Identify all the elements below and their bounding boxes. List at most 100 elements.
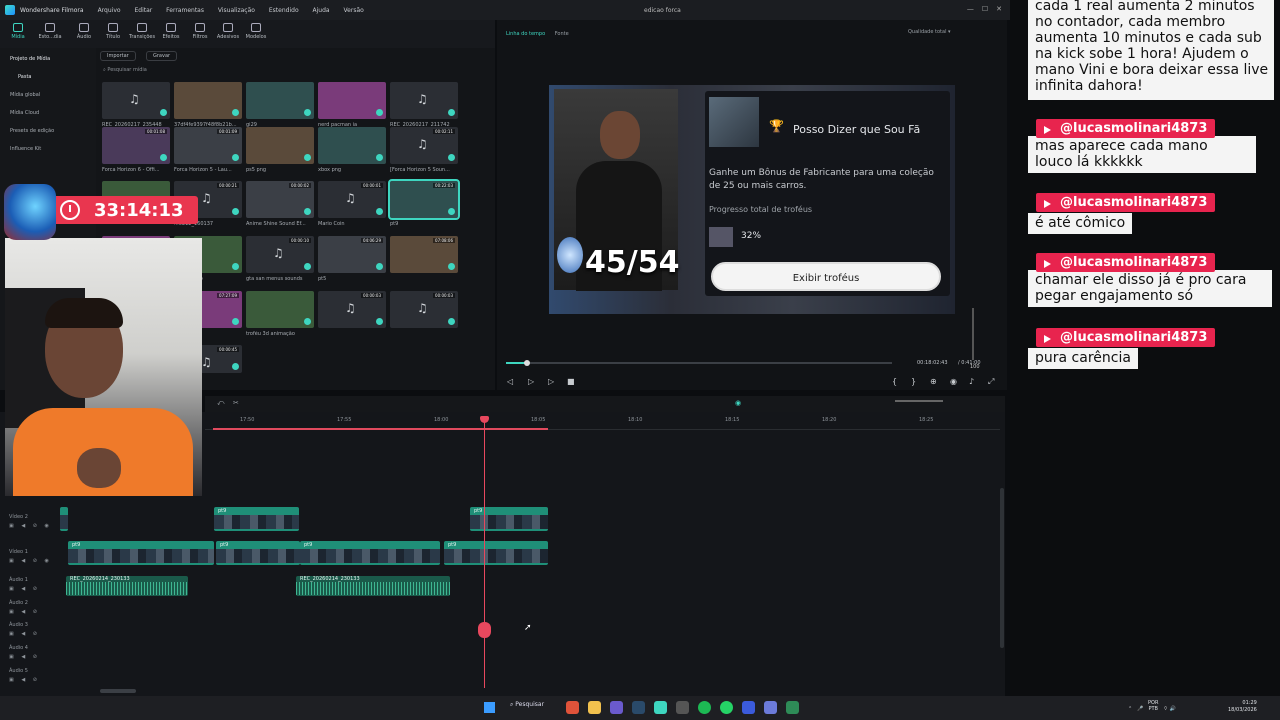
sidebar-item-influence-kit[interactable]: Influence Kit <box>10 146 41 152</box>
media-tile[interactable]: 00:01:09 <box>174 127 242 164</box>
tab-audio[interactable]: Áudio <box>71 23 97 40</box>
volume-slider[interactable] <box>972 308 974 360</box>
menu-versao[interactable]: Versão <box>344 7 364 14</box>
spotify-icon[interactable] <box>698 701 711 714</box>
sidebar-item-midia-global[interactable]: Mídia global <box>10 92 40 98</box>
sidebar-item-presets[interactable]: Presets de edição <box>10 128 54 134</box>
taskbar-search[interactable]: ⌕ Pesquisar <box>510 701 544 709</box>
video2-clip[interactable]: pt9 <box>214 507 299 531</box>
playhead-handle[interactable] <box>478 622 491 638</box>
quality-select[interactable]: Qualidade total ▾ <box>908 29 951 35</box>
media-tile[interactable]: ♫ 00:00:03 <box>390 291 458 328</box>
steam-icon[interactable] <box>632 701 645 714</box>
media-tile[interactable] <box>246 82 314 119</box>
zoom-slider[interactable] <box>895 400 943 402</box>
app-icon[interactable] <box>676 701 689 714</box>
media-tile[interactable]: ♫ 00:02:11 <box>390 127 458 164</box>
menu-visualizacao[interactable]: Visualização <box>218 7 255 14</box>
taskbar-clock[interactable]: 01:29 18/03/2026 <box>1228 700 1257 714</box>
import-button[interactable]: Importar <box>100 51 136 61</box>
track-controls-audio1[interactable]: ▣ ◀ ⊘ <box>9 586 40 592</box>
audio-icon[interactable]: ♪ <box>969 377 974 386</box>
video1-clip[interactable]: pt9 <box>216 541 300 565</box>
audio1-clip[interactable]: REC_20260214_230133 <box>66 576 188 596</box>
track-controls-video1[interactable]: ▣ ◀ ⊘ ◉ <box>9 558 52 564</box>
menu-ferramentas[interactable]: Ferramentas <box>166 7 204 14</box>
media-tile[interactable]: ♫ <box>102 82 170 119</box>
media-tile[interactable]: ♫ 00:00:03 <box>318 291 386 328</box>
video2-clip[interactable]: pt9 <box>470 507 548 531</box>
maximize-icon[interactable]: ☐ <box>982 5 988 13</box>
media-tile[interactable] <box>318 127 386 164</box>
windows-start-icon[interactable] <box>484 702 495 713</box>
snapshot-icon[interactable]: ◉ <box>950 377 957 386</box>
menu-estendido[interactable]: Estendido <box>269 7 299 14</box>
menu-ajuda[interactable]: Ajuda <box>313 7 330 14</box>
step-play-icon[interactable]: ▷ <box>528 377 534 386</box>
media-tile[interactable] <box>318 82 386 119</box>
track-controls-audio5[interactable]: ▣ ◀ ⊘ <box>9 677 40 683</box>
view-trophies-button[interactable]: Exibir troféus <box>711 262 941 291</box>
media-tile[interactable]: 00:22:03 <box>388 179 460 220</box>
mark-in-icon[interactable]: { <box>892 377 897 386</box>
app-icon[interactable] <box>610 701 623 714</box>
tab-linha-do-tempo[interactable]: Linha do tempo <box>506 31 545 37</box>
media-tile[interactable]: 00:00:02 <box>246 181 314 218</box>
system-tray[interactable]: ⌃ 🎤 POR PTB ⌔ 🔊 <box>1128 700 1176 712</box>
tab-efeitos[interactable]: Efeitos <box>158 23 184 40</box>
filmora-taskbar-icon[interactable] <box>654 701 667 714</box>
play-icon[interactable]: ▷ <box>548 377 554 386</box>
preview-scrubber[interactable] <box>506 360 892 366</box>
tab-modelos[interactable]: Modelos <box>243 23 269 40</box>
media-tile[interactable]: ♫ 00:00:10 <box>246 236 314 273</box>
sidebar-item-pasta[interactable]: Pasta <box>18 74 31 80</box>
sidebar-item-midia-cloud[interactable]: Mídia Cloud <box>10 110 39 116</box>
zoom-icon[interactable]: ⊕ <box>930 377 937 386</box>
media-tile[interactable] <box>246 127 314 164</box>
scrubber-handle[interactable] <box>524 360 530 366</box>
mic-icon[interactable]: 🎤 <box>1137 706 1143 712</box>
whatsapp-icon[interactable] <box>720 701 733 714</box>
tab-titulo[interactable]: Título <box>100 23 126 40</box>
minimize-icon[interactable]: — <box>967 5 974 13</box>
record-button[interactable]: Gravar <box>146 51 178 61</box>
video1-clip[interactable]: pt9 <box>68 541 214 565</box>
timeline-vertical-scrollbar[interactable] <box>1000 488 1004 648</box>
fullscreen-icon[interactable]: ⤢ <box>988 377 994 387</box>
track-controls-audio2[interactable]: ▣ ◀ ⊘ <box>9 609 40 615</box>
ai-tools-icon[interactable]: ◉ <box>735 399 741 407</box>
split-icon[interactable]: ✂ <box>233 399 239 407</box>
track-controls-audio3[interactable]: ▣ ◀ ⊘ <box>9 631 40 637</box>
menu-editar[interactable]: Editar <box>134 7 152 14</box>
media-tile[interactable]: 04:06:29 <box>318 236 386 273</box>
media-tile[interactable]: ♫ <box>390 82 458 119</box>
app-icon[interactable] <box>764 701 777 714</box>
tab-transicoes[interactable]: Transições <box>129 23 155 40</box>
app-icon[interactable] <box>786 701 799 714</box>
tab-estoque[interactable]: Esto...dia <box>37 23 63 40</box>
undo-icon[interactable]: ⤺ <box>217 399 224 408</box>
stop-icon[interactable]: ■ <box>567 377 575 386</box>
tab-fonte[interactable]: Fonte <box>555 31 569 37</box>
volume-icon[interactable]: 🔊 <box>1170 706 1176 712</box>
track-controls-video2[interactable]: ▣ ◀ ⊘ ◉ <box>9 523 52 529</box>
media-tile[interactable] <box>174 82 242 119</box>
media-tile[interactable]: ♫ 00:00:01 <box>318 181 386 218</box>
audio1-clip[interactable]: REC_20260214_230133 <box>296 576 450 596</box>
prev-frame-icon[interactable]: ◁ <box>507 377 513 386</box>
playhead[interactable] <box>478 416 491 688</box>
menu-arquivo[interactable]: Arquivo <box>98 7 121 14</box>
track-controls-audio4[interactable]: ▣ ◀ ⊘ <box>9 654 40 660</box>
video1-clip[interactable]: pt9 <box>444 541 548 565</box>
media-search-input[interactable]: ⌕ Pesquisar mídia <box>103 67 488 78</box>
media-tile[interactable] <box>246 291 314 328</box>
video1-clip[interactable]: pt9 <box>300 541 440 565</box>
mark-out-icon[interactable]: } <box>911 377 916 386</box>
tab-filtros[interactable]: Filtros <box>187 23 213 40</box>
wifi-icon[interactable]: ⌔ <box>1163 706 1168 712</box>
video2-clip[interactable] <box>60 507 68 531</box>
sidebar-item-projeto[interactable]: Projeto de Mídia <box>10 56 50 62</box>
close-icon[interactable]: ✕ <box>996 5 1002 13</box>
tab-adesivos[interactable]: Adesivos <box>215 23 241 40</box>
brave-browser-icon[interactable] <box>566 701 579 714</box>
